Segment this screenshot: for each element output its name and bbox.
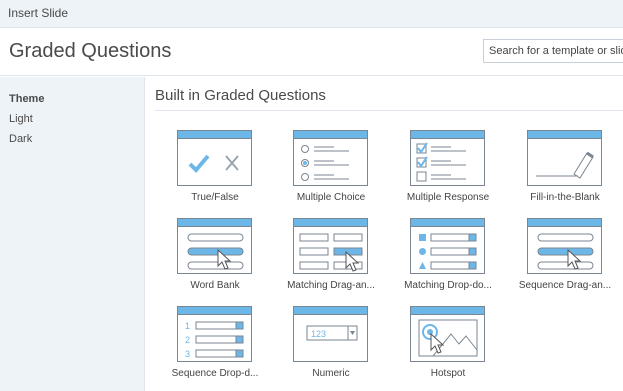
sequence-dropdown-icon: 1 2 3 xyxy=(177,306,252,362)
tile-label: Fill-in-the-Blank xyxy=(530,192,600,203)
tile-label: Multiple Choice xyxy=(296,192,366,203)
tile-multiple-choice[interactable]: Multiple Choice xyxy=(283,130,387,210)
tile-label: Hotspot xyxy=(430,368,466,379)
search-input[interactable]: Search for a template or slide xyxy=(483,39,623,63)
true-false-icon xyxy=(177,130,252,186)
tile-label: Numeric xyxy=(312,368,350,379)
tile-matching-drop-down[interactable]: Matching Drop-do... xyxy=(400,218,504,298)
sidebar-title-theme: Theme xyxy=(9,93,45,105)
page-title: Graded Questions xyxy=(9,40,172,62)
tile-label: Sequence Drop-d... xyxy=(171,368,259,379)
sidebar-item-dark[interactable]: Dark xyxy=(9,133,32,145)
title-bar: Insert Slide xyxy=(0,0,623,28)
tile-word-bank[interactable]: Word Bank xyxy=(167,218,271,298)
tile-label: Word Bank xyxy=(190,280,240,291)
header: Graded Questions Search for a template o… xyxy=(0,28,623,76)
tile-label: Sequence Drag-an... xyxy=(518,280,612,291)
tile-sequence-drop-down[interactable]: 1 2 3 Sequence Drop-d... xyxy=(167,306,271,386)
svg-text:3: 3 xyxy=(185,349,190,359)
numeric-field-value: 123 xyxy=(311,329,326,339)
multiple-response-icon xyxy=(410,130,485,186)
tile-label: True/False xyxy=(191,192,239,203)
svg-text:1: 1 xyxy=(185,321,190,331)
tile-fill-in-the-blank[interactable]: Fill-in-the-Blank xyxy=(517,130,621,210)
tile-hotspot[interactable]: Hotspot xyxy=(400,306,504,386)
svg-text:2: 2 xyxy=(185,335,190,345)
fill-in-the-blank-icon xyxy=(527,130,602,186)
matching-dropdown-icon xyxy=(410,218,485,274)
tile-label: Matching Drag-an... xyxy=(287,280,375,291)
section-title: Built in Graded Questions xyxy=(155,87,326,104)
tile-sequence-drag-and-drop[interactable]: Sequence Drag-an... xyxy=(517,218,621,298)
tile-matching-drag-and-drop[interactable]: Matching Drag-an... xyxy=(283,218,387,298)
tile-true-false[interactable]: True/False xyxy=(167,130,271,210)
tile-label: Multiple Response xyxy=(406,192,490,203)
sequence-drag-icon xyxy=(527,218,602,274)
sidebar: Theme Light Dark xyxy=(0,77,145,391)
matching-drag-icon xyxy=(293,218,368,274)
word-bank-icon xyxy=(177,218,252,274)
section-divider xyxy=(155,110,623,111)
numeric-icon: 123 xyxy=(293,306,368,362)
sidebar-item-light[interactable]: Light xyxy=(9,113,33,125)
tile-numeric[interactable]: 123 Numeric xyxy=(283,306,387,386)
tile-label: Matching Drop-do... xyxy=(404,280,492,291)
window-title: Insert Slide xyxy=(8,6,69,20)
tile-multiple-response[interactable]: Multiple Response xyxy=(400,130,504,210)
hotspot-icon xyxy=(410,306,485,362)
multiple-choice-icon xyxy=(293,130,368,186)
